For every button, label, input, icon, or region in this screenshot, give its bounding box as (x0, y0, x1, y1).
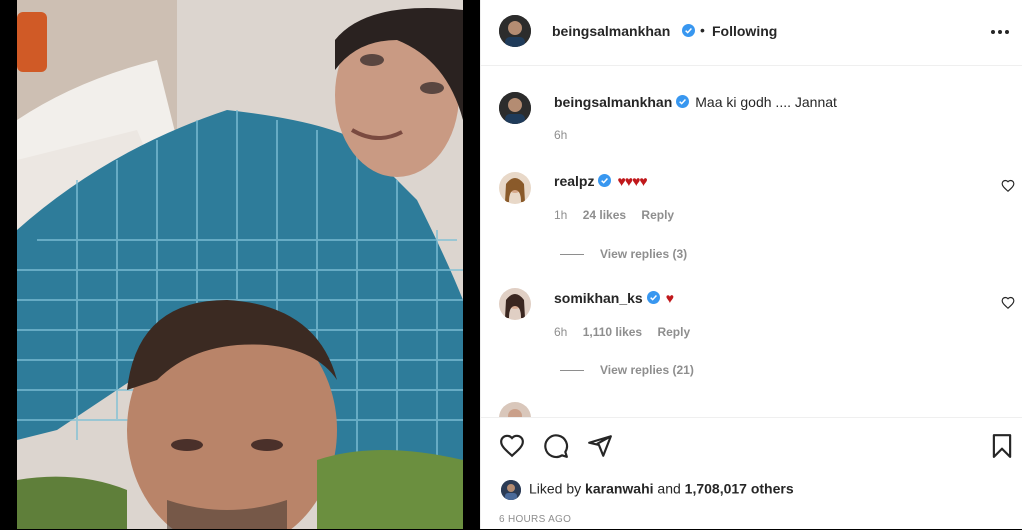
post-media-pane (0, 0, 480, 529)
liked-by-user[interactable]: karanwahi (585, 481, 653, 497)
caption-text: Maa ki godh .... Jannat (695, 94, 837, 110)
liker-avatar[interactable] (501, 480, 521, 500)
reply-button[interactable]: Reply (657, 325, 690, 339)
view-replies-label: View replies (21) (600, 363, 694, 377)
liked-by-prefix: Liked by (529, 480, 582, 497)
post-details-panel: beingsalmankhan • Following beingsalmank… (480, 0, 1022, 529)
comment-username[interactable]: realpz (554, 173, 594, 189)
comments-section[interactable]: beingsalmankhan Maa ki godh .... Jannat 6… (481, 66, 1022, 417)
comment-age: 1h (554, 208, 568, 222)
heart-icon[interactable] (499, 433, 525, 459)
bookmark-icon[interactable] (989, 433, 1015, 459)
author-avatar[interactable] (499, 15, 531, 47)
verified-badge-icon (598, 174, 612, 187)
comment-line: somikhan_ks ♥ (554, 290, 674, 306)
comment-likes-count[interactable]: 24 likes (583, 208, 626, 222)
replies-divider (560, 254, 584, 256)
caption-meta: 6h (554, 128, 579, 142)
following-button[interactable]: Following (712, 23, 777, 39)
caption-age: 6h (554, 128, 568, 142)
verified-badge-icon (676, 95, 690, 108)
comment-text: ♥♥♥♥ (617, 173, 647, 189)
commenter-avatar[interactable] (499, 402, 531, 417)
caption-author-avatar[interactable] (499, 92, 531, 124)
reply-button[interactable]: Reply (641, 208, 674, 222)
post-header: beingsalmankhan • Following (481, 0, 1022, 66)
comment-like-heart-icon[interactable] (1001, 296, 1015, 310)
caption-username[interactable]: beingsalmankhan (554, 94, 672, 110)
more-options-icon[interactable] (989, 22, 1013, 42)
verified-badge-icon (678, 23, 695, 41)
comment-icon[interactable] (543, 433, 569, 459)
header-separator: • (700, 22, 705, 38)
view-replies-link[interactable]: View replies (21) (560, 363, 694, 377)
liked-by-summary: Liked by karanwahi and 1,708,017 others (501, 480, 794, 500)
verified-badge-icon (646, 291, 660, 304)
post-timestamp[interactable]: 6 HOURS AGO (499, 514, 571, 525)
replies-divider (560, 370, 584, 372)
comment-meta: 6h 1,110 likes Reply (554, 325, 702, 339)
commenter-avatar[interactable] (499, 288, 531, 320)
comment-username[interactable]: somikhan_ks (554, 290, 643, 306)
view-replies-label: View replies (3) (600, 247, 688, 261)
comment-meta: 1h 24 likes Reply (554, 208, 686, 222)
comment-text: ♥ (665, 290, 674, 306)
commenter-avatar[interactable] (499, 172, 531, 204)
photo-illustration (17, 0, 463, 529)
liked-by-others[interactable]: 1,708,017 others (685, 481, 794, 497)
comment-age: 6h (554, 325, 568, 339)
comment-likes-count[interactable]: 1,110 likes (583, 325, 642, 339)
caption-line: beingsalmankhan Maa ki godh .... Jannat (554, 94, 837, 110)
author-username[interactable]: beingsalmankhan (552, 23, 670, 39)
post-actions-bar: Liked by karanwahi and 1,708,017 others … (481, 417, 1022, 530)
liked-by-connector: and (657, 480, 681, 497)
comment-line: realpz ♥♥♥♥ (554, 173, 648, 189)
paper-plane-icon[interactable] (587, 433, 613, 459)
comment-like-heart-icon[interactable] (1001, 179, 1015, 193)
view-replies-link[interactable]: View replies (3) (560, 247, 687, 261)
post-photo[interactable] (17, 0, 463, 529)
